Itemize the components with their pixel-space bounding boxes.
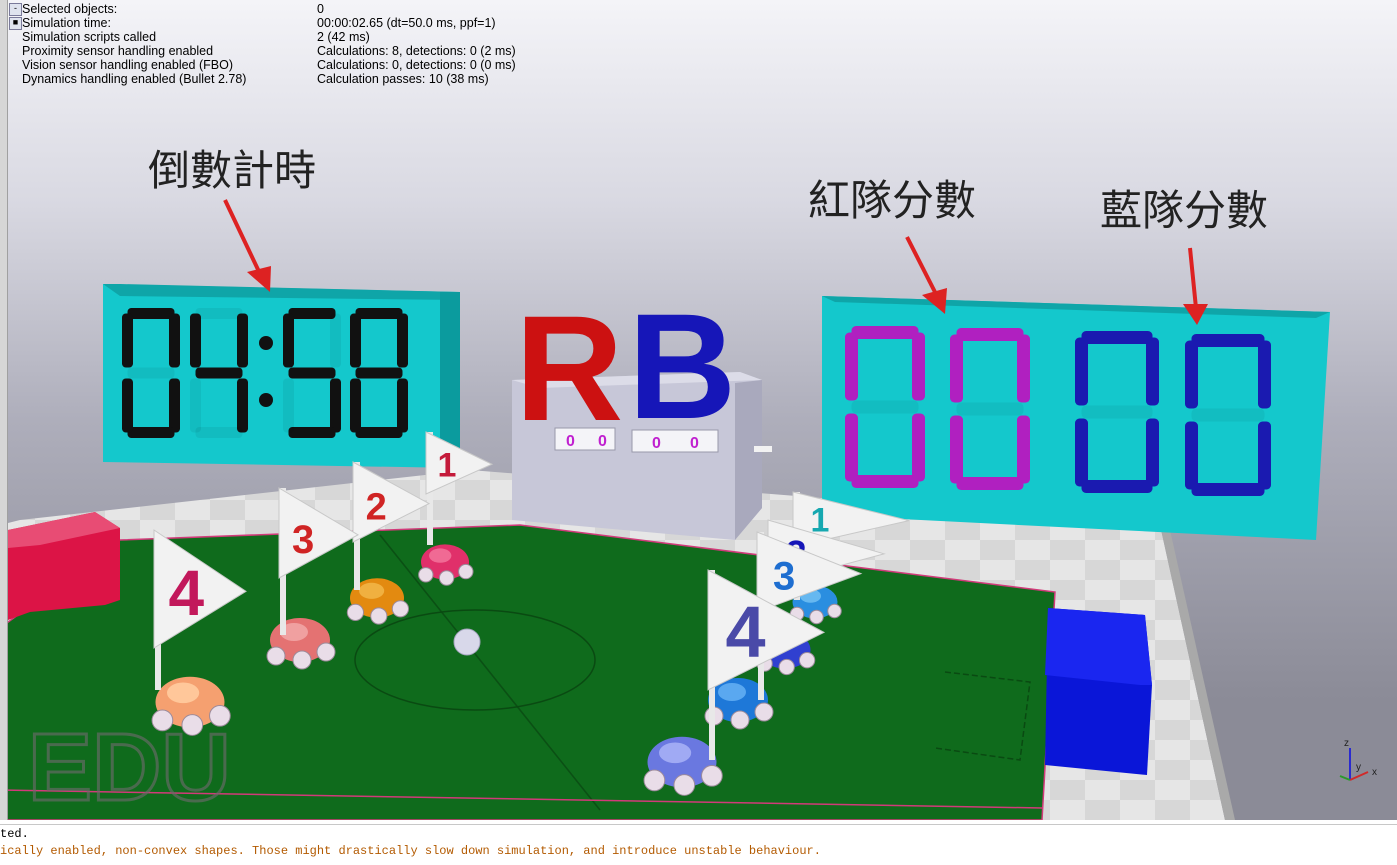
digit-segment: [950, 334, 963, 403]
blue-team-letter: B: [628, 282, 736, 450]
digit-segment: [237, 313, 248, 368]
digit-segment: [397, 378, 408, 433]
digit-segment: [350, 313, 361, 368]
digit-segment: [1075, 337, 1088, 406]
digit-segment: [1081, 480, 1153, 493]
digit-segment: [956, 328, 1024, 341]
ball: [453, 628, 481, 656]
simulation-info-panel: - Selected objects: 0 ■ Simulation time:…: [7, 2, 547, 90]
digit-segment: [1191, 334, 1265, 347]
annotation-blue-score: 藍隊分數: [1100, 187, 1268, 234]
scene-viewport[interactable]: 0 0 0 0 R B 倒數計時 紅隊分數 藍隊分數 1234 1234 EDU: [0, 0, 1397, 820]
console-line: ted.: [0, 827, 29, 841]
red-team-letter: R: [515, 284, 623, 452]
digit-segment: [283, 313, 294, 368]
digit-segment: [1081, 405, 1153, 419]
collapse-toggle[interactable]: -: [9, 3, 22, 16]
info-value: 0: [317, 2, 324, 16]
axis-gizmo: z x y: [1339, 738, 1377, 781]
digit-segment: [845, 413, 858, 482]
digit-segment: [950, 415, 963, 484]
digit-segment: [169, 378, 180, 433]
digit-segment: [355, 367, 403, 379]
console-warning-line: ically enabled, non-convex shapes. Those…: [0, 844, 821, 858]
info-value: 2 (42 ms): [317, 30, 370, 44]
digit-segment: [912, 413, 925, 482]
digit-segment: [190, 378, 201, 433]
svg-text:z: z: [1344, 738, 1349, 749]
digit-segment: [355, 427, 403, 438]
digit-segment: [195, 367, 243, 379]
flag-number: 1: [437, 447, 456, 485]
digit-segment: [237, 378, 248, 433]
digit-segment: [956, 477, 1024, 490]
info-key: Proximity sensor handling enabled: [22, 44, 214, 58]
digit-segment: [122, 378, 133, 433]
status-console: ted. ically enabled, non-convex shapes. …: [0, 824, 1397, 865]
digit-segment: [1146, 337, 1159, 406]
digit-segment: [190, 313, 201, 368]
info-value: Calculations: 8, detections: 0 (2 ms): [317, 44, 516, 58]
scene-3d-render[interactable]: 0 0 0 0 R B 倒數計時 紅隊分數 藍隊分數 1234 1234 EDU: [0, 0, 1397, 820]
digit-segment: [127, 367, 175, 379]
flag-number: 3: [773, 555, 795, 599]
digit-segment: [195, 308, 243, 319]
flag-number: 4: [169, 557, 205, 629]
digit-segment: [851, 326, 919, 339]
digit-segment: [1185, 340, 1198, 409]
digit-segment: [845, 332, 858, 401]
digit-segment: [397, 313, 408, 368]
digit-segment: [1081, 331, 1153, 344]
svg-text:x: x: [1372, 767, 1377, 778]
digit-segment: [127, 427, 175, 438]
digit-segment: [1191, 408, 1265, 422]
digit-segment: [283, 378, 294, 433]
info-value: 00:00:02.65 (dt=50.0 ms, ppf=1): [317, 16, 496, 30]
digit-segment: [1017, 334, 1030, 403]
flag-number: 3: [292, 518, 314, 562]
edu-watermark: EDU: [28, 714, 231, 820]
viewport-left-border: [0, 0, 8, 820]
info-key: Simulation scripts called: [22, 30, 157, 44]
digit-segment: [851, 475, 919, 488]
flag-number: 4: [725, 592, 765, 672]
info-key: Vision sensor handling enabled (FBO): [22, 58, 234, 72]
digit-segment: [127, 308, 175, 319]
digit-segment: [288, 427, 336, 438]
digit-segment: [851, 400, 919, 414]
digit-segment: [169, 313, 180, 368]
svg-text:y: y: [1356, 762, 1361, 773]
info-value: Calculation passes: 10 (38 ms): [317, 72, 489, 86]
expand-toggle[interactable]: ■: [9, 17, 22, 30]
digit-segment: [122, 313, 133, 368]
digit-segment: [195, 427, 243, 438]
digit-segment: [912, 332, 925, 401]
info-value: Calculations: 0, detections: 0 (0 ms): [317, 58, 516, 72]
digit-segment: [288, 308, 336, 319]
info-key: Selected objects:: [22, 2, 118, 16]
timer-colon-dot: [259, 393, 273, 407]
digit-segment: [1258, 340, 1271, 409]
panel-splitter[interactable]: [540, 820, 560, 823]
digit-segment: [1258, 421, 1271, 490]
digit-segment: [1191, 483, 1265, 496]
digit-segment: [956, 402, 1024, 416]
digit-segment: [355, 308, 403, 319]
digit-segment: [1017, 415, 1030, 484]
info-key: Dynamics handling enabled (Bullet 2.78): [22, 72, 247, 86]
digit-segment: [288, 367, 336, 379]
annotation-red-score: 紅隊分數: [808, 177, 976, 224]
annotation-countdown: 倒數計時: [148, 147, 316, 194]
digit-segment: [330, 313, 341, 368]
digit-segment: [1146, 418, 1159, 487]
flag-number: 2: [366, 487, 387, 529]
info-key: Simulation time:: [22, 16, 111, 30]
timer-colon-dot: [259, 336, 273, 350]
digit-segment: [350, 378, 361, 433]
digit-segment: [1075, 418, 1088, 487]
digit-segment: [1185, 421, 1198, 490]
digit-segment: [330, 378, 341, 433]
